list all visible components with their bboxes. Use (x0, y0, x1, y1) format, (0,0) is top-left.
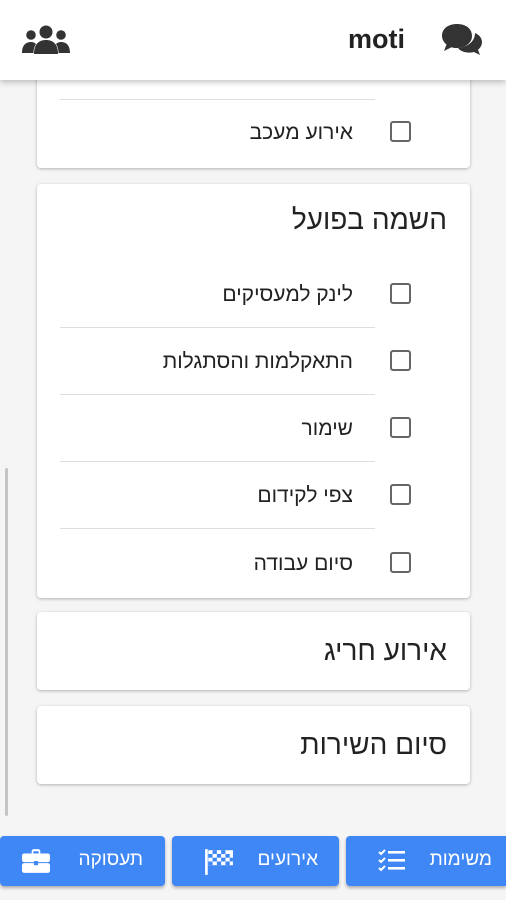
checkbox-label: סיום עבודה (253, 552, 353, 575)
checkbox-label: התאקלמות והסתגלות (162, 350, 353, 373)
row-divider (60, 327, 375, 328)
top-app-bar: moti (0, 0, 506, 80)
username-label: moti (348, 24, 405, 54)
checkbox[interactable] (390, 283, 411, 304)
bottom-navigation: תעסוקה אירועים משימות (0, 836, 506, 900)
users-icon[interactable] (22, 24, 70, 56)
checkbox-row-acclimation[interactable]: התאקלמות והסתגלות (37, 329, 470, 395)
exceptional-event-card[interactable]: אירוע חריג (37, 612, 470, 690)
tasks-label: משימות (429, 849, 492, 870)
tasks-button[interactable]: משימות (346, 836, 506, 886)
checkbox-row-delaying-event[interactable]: אירוע מעכב (37, 100, 470, 166)
checkered-flag-icon (205, 849, 233, 875)
checkbox-label: אירוע מעכב (249, 121, 353, 144)
checkbox[interactable] (390, 121, 411, 142)
checkbox-row-employer-link[interactable]: לינק למעסיקים (37, 262, 470, 328)
events-label: אירועים (257, 849, 318, 870)
scrollbar[interactable] (5, 468, 8, 816)
placement-card: השמה בפועל לינק למעסיקים התאקלמות והסתגל… (37, 184, 470, 598)
events-button[interactable]: אירועים (172, 836, 339, 886)
checkbox-row-retention[interactable]: שימור (37, 396, 470, 462)
chat-icon[interactable] (440, 22, 484, 58)
row-divider (60, 528, 375, 529)
row-divider (60, 461, 375, 462)
checkbox[interactable] (390, 484, 411, 505)
checkbox[interactable] (390, 417, 411, 438)
checkbox-label: צפי לקידום (257, 484, 353, 507)
card-title: השמה בפועל (291, 204, 447, 235)
checkbox-row-end-of-work[interactable]: סיום עבודה (37, 531, 470, 597)
checkbox-label: לינק למעסיקים (222, 283, 353, 306)
service-end-card[interactable]: סיום השירות (37, 706, 470, 784)
briefcase-icon (22, 849, 50, 873)
checkbox[interactable] (390, 552, 411, 573)
tasks-list-icon (378, 849, 405, 872)
card-title: סיום השירות (300, 729, 447, 760)
row-divider (60, 394, 375, 395)
checkbox-row-promotion-forecast[interactable]: צפי לקידום (37, 463, 470, 529)
employment-label: תעסוקה (78, 849, 143, 870)
card-title: אירוע חריג (323, 635, 447, 666)
checkbox-label: שימור (301, 417, 353, 440)
checkbox[interactable] (390, 350, 411, 371)
employment-button[interactable]: תעסוקה (0, 836, 165, 886)
